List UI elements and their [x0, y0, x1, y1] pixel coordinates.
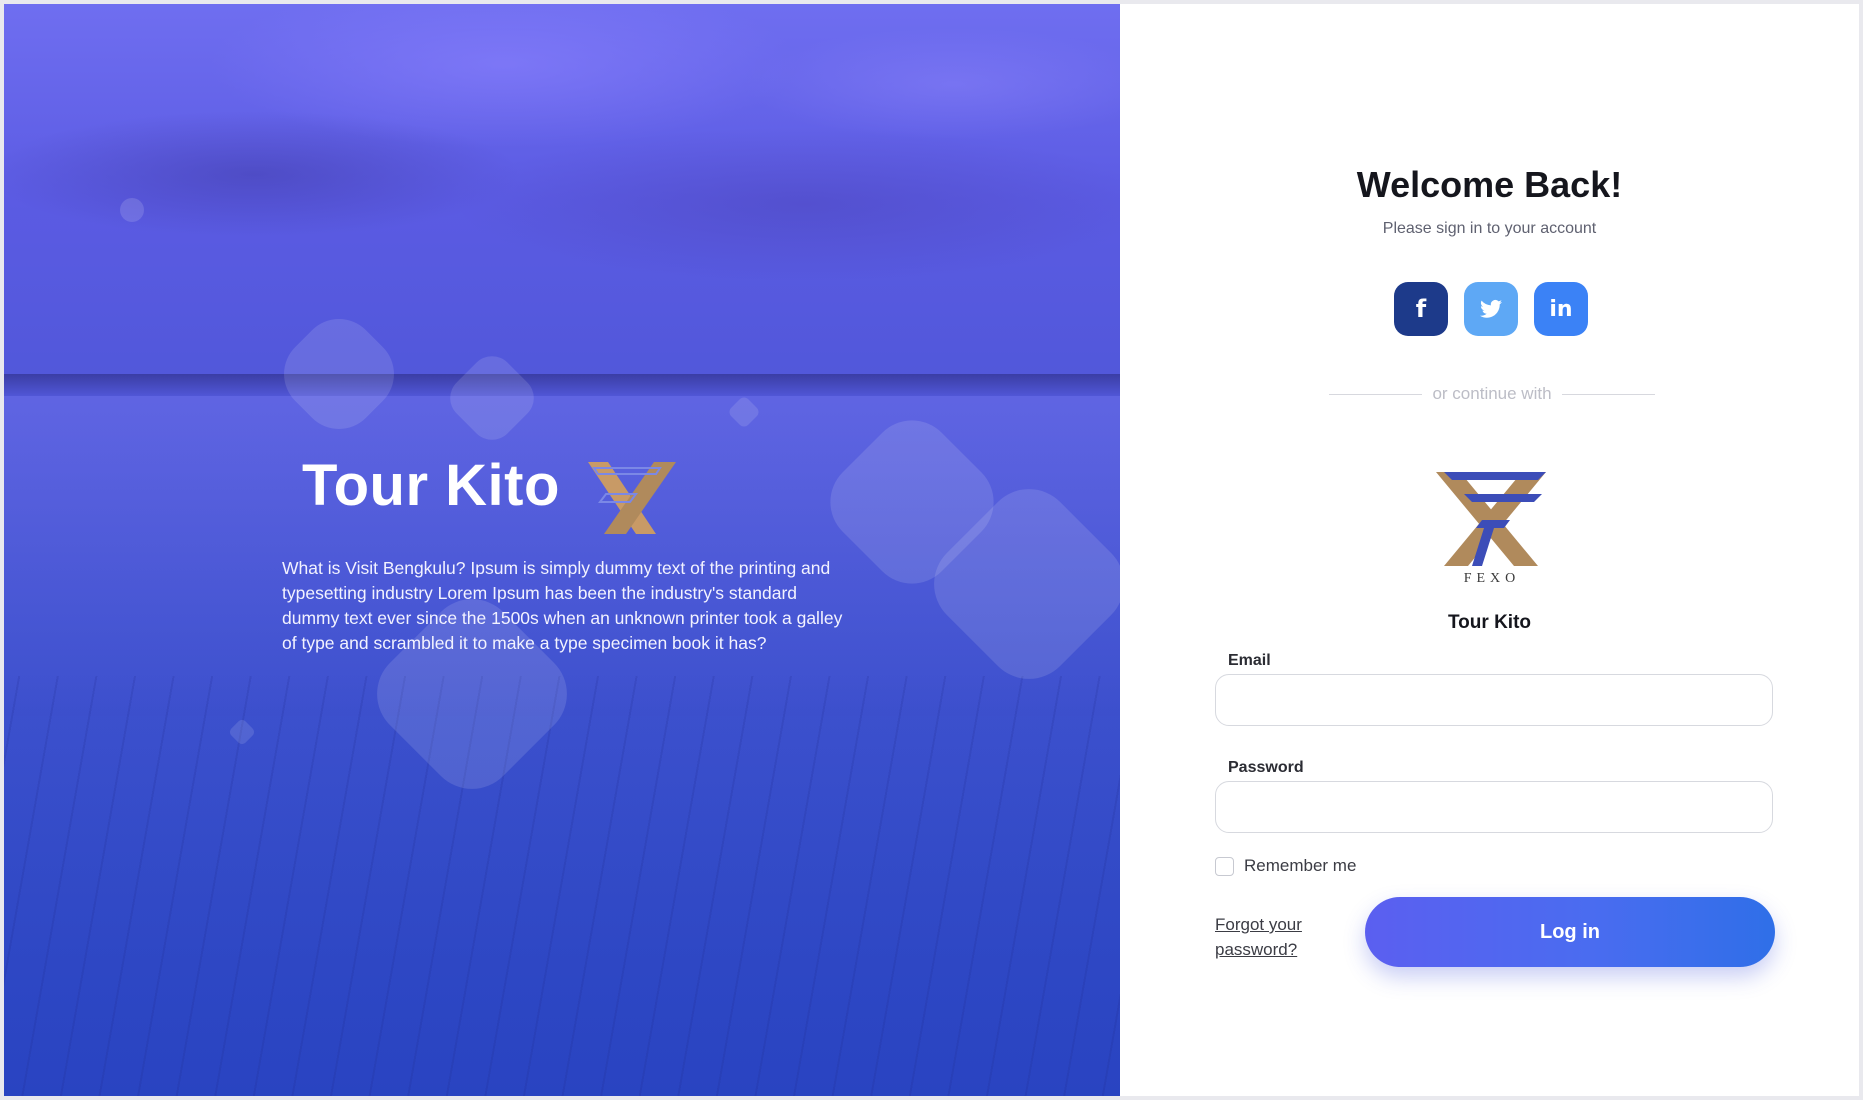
welcome-subtitle: Please sign in to your account: [1382, 220, 1597, 237]
fexo-logo: FEXO: [1436, 472, 1546, 584]
social-login-group: f in: [1394, 282, 1588, 336]
continue-divider: or continue with: [1329, 384, 1656, 404]
hero-panel: Tour Kito What is Visit Bengkulu? Ipsum …: [4, 4, 1120, 1096]
hero-grass: [4, 676, 1120, 1096]
hero-brand: Tour Kito: [302, 452, 676, 534]
fexo-wordmark: FEXO: [1464, 571, 1521, 584]
divider-text: or continue with: [1432, 384, 1552, 403]
email-input[interactable]: [1215, 674, 1773, 726]
facebook-login-button[interactable]: f: [1394, 282, 1448, 336]
hero-horizon: [4, 374, 1120, 396]
remember-me-checkbox[interactable]: [1215, 856, 1234, 876]
login-page: Tour Kito What is Visit Bengkulu? Ipsum …: [4, 4, 1859, 1096]
twitter-icon: [1480, 299, 1502, 318]
hero-description: What is Visit Bengkulu? Ipsum is simply …: [282, 558, 843, 653]
remember-me-label: Remember me: [1244, 856, 1357, 875]
linkedin-icon: in: [1549, 296, 1573, 322]
password-label: Password: [1228, 759, 1304, 776]
welcome-heading: Welcome Back!: [1356, 164, 1623, 205]
tour-kito-logo-icon: [588, 462, 676, 534]
login-button[interactable]: Log in: [1365, 897, 1775, 967]
brand-name: Tour Kito: [1447, 612, 1531, 633]
divider-line: [1329, 393, 1423, 395]
forgot-password-link[interactable]: Forgot your password?: [1215, 912, 1325, 962]
twitter-login-button[interactable]: [1464, 282, 1518, 336]
email-label: Email: [1228, 652, 1271, 669]
facebook-icon: f: [1415, 295, 1427, 323]
remember-me: Remember me: [1215, 856, 1356, 876]
login-panel: Welcome Back! Please sign in to your acc…: [1120, 4, 1859, 1096]
linkedin-login-button[interactable]: in: [1534, 282, 1588, 336]
decorative-dot: [120, 198, 144, 222]
password-input[interactable]: [1215, 781, 1773, 833]
divider-line: [1561, 393, 1656, 395]
hero-title: Tour Kito: [302, 453, 560, 518]
